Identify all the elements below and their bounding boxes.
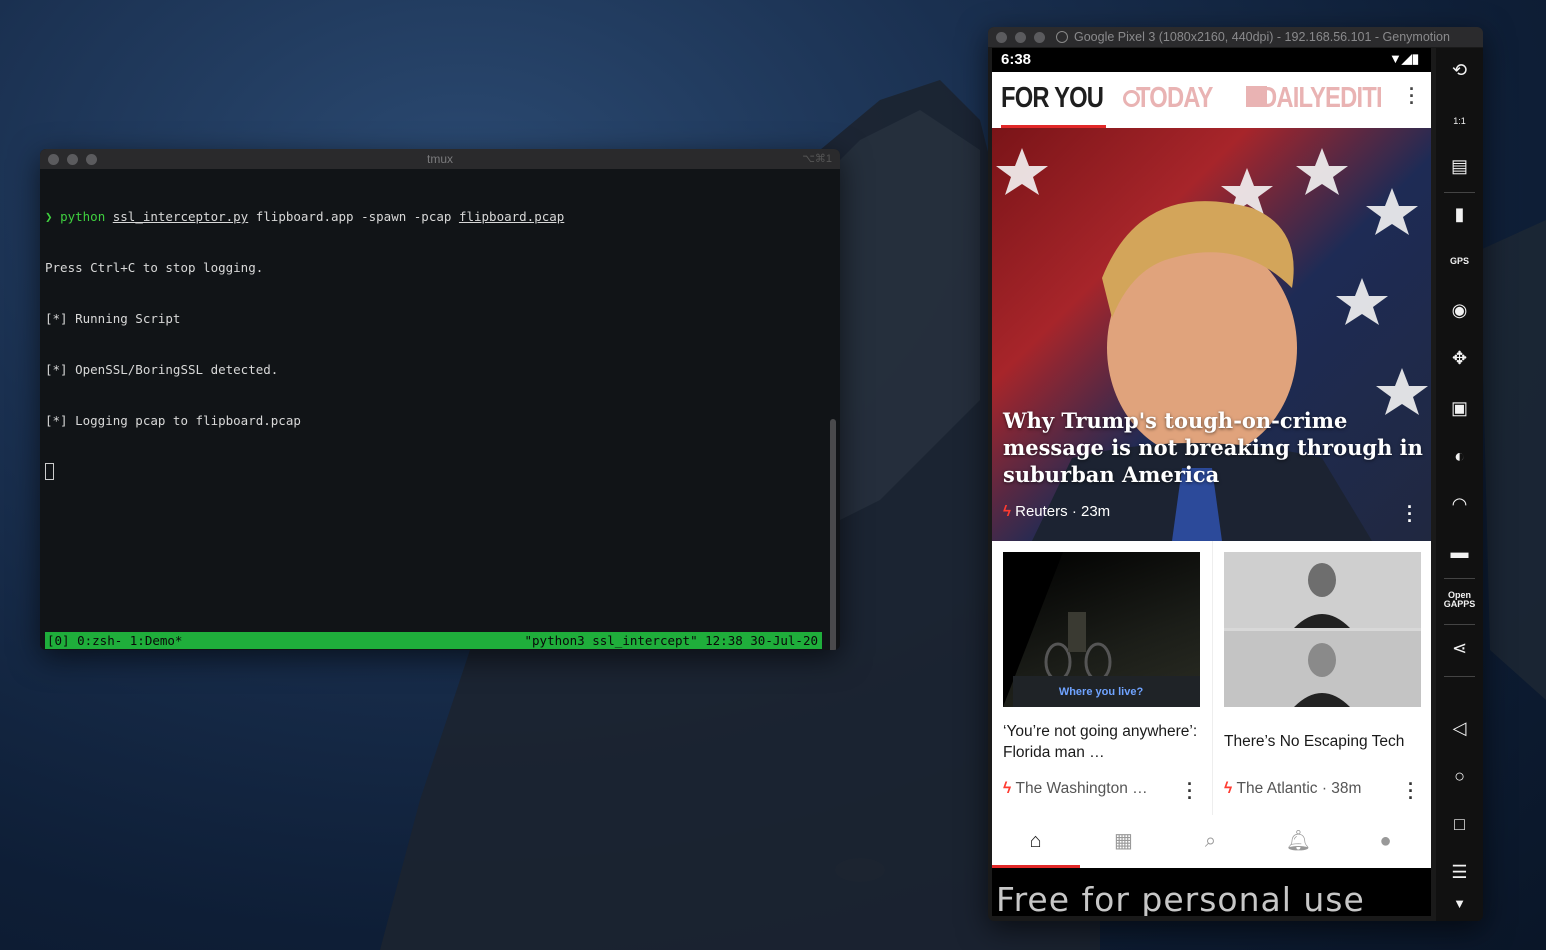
tab-daily-edition[interactable]: DAILYEDITI [1260,82,1383,115]
card-source: ϟ The Atlantic · 38m [1224,780,1361,798]
tab-for-you[interactable]: FOR YOU [1001,82,1104,115]
battery-icon[interactable]: ▮ [1436,204,1483,225]
wifi-icon: ▼ [1388,51,1402,66]
sms-icon[interactable]: ▬ [1436,542,1483,563]
rotate-icon[interactable]: ⟲ [1436,60,1483,81]
story-card[interactable]: Where you live? ‘You’re not going anywhe… [992,541,1211,815]
command-args: flipboard.app -spawn -pcap [248,209,459,224]
status-icons: ▼◢▮ [1389,51,1419,67]
card-thumbnail [1224,552,1421,707]
emulator-window[interactable]: Google Pixel 3 (1080x2160, 440dpi) - 192… [988,27,1483,921]
hero-source-text: Reuters · 23m [1015,503,1111,520]
card-title[interactable]: There’s No Escaping Tech [1224,731,1424,752]
terminal-output[interactable]: ❯ python ssl_interceptor.py flipboard.ap… [45,174,564,514]
capture-icon[interactable]: ▤ [1436,156,1483,177]
gps-icon[interactable]: GPS [1436,256,1483,266]
dpad-icon[interactable]: ✥ [1436,348,1483,369]
battery-status-icon: ▮ [1411,51,1419,66]
command-script: ssl_interceptor.py [112,209,249,224]
nav-grid-icon[interactable]: ▦ [1080,815,1167,868]
emulator-title: Google Pixel 3 (1080x2160, 440dpi) - 192… [1074,30,1450,44]
tmux-windows[interactable]: [0] 0:zsh- 1:Demo* [47,633,182,648]
card-source: ϟ The Washington … [1003,780,1148,798]
signal-icon: ◢ [1401,51,1412,66]
terminal-title: tmux [426,152,453,166]
share-icon[interactable]: ⋖ [1436,638,1483,659]
active-nav-indicator [992,865,1080,868]
card-more-icon[interactable]: · · · [1187,775,1193,807]
zoom-button[interactable] [1034,32,1045,43]
command-name: python [60,209,106,224]
toolbar-divider [1444,624,1475,625]
card-thumbnail: Where you live? [1003,552,1200,707]
thumb-caption: Where you live? [1059,686,1144,698]
toolbar-divider [1444,192,1475,193]
hero-source: ϟ Reuters · 23m [1003,503,1110,520]
tech-ceos-image [1224,552,1421,707]
card-title[interactable]: ‘You’re not going anywhere’: Florida man… [1003,721,1203,763]
overflow-menu-icon[interactable]: · · · [1409,80,1415,112]
terminal-titlebar[interactable]: tmux ⌥⌘1 [40,149,840,169]
terminal-cursor [45,463,54,480]
flip-bolt-icon: ϟ [1224,780,1233,797]
phone-screen[interactable]: 6:38 ▼◢▮ FOR YOU TODAY DAILYEDITI ··· [992,48,1431,916]
hero-more-icon[interactable]: · · · [1407,498,1413,530]
toolbar-divider [1444,578,1475,579]
output-line: [*] OpenSSL/BoringSSL detected. [45,362,279,377]
story-card[interactable]: There’s No Escaping Tech ϟ The Atlantic … [1212,541,1431,815]
shortcut-label: ⌥⌘1 [802,153,832,165]
card-source-text: The Atlantic · 38m [1236,780,1362,797]
command-line: ❯ python ssl_interceptor.py flipboard.ap… [45,208,564,225]
card-source-text: The Washington … [1015,780,1148,797]
toolbar-divider [1444,676,1475,677]
pixel-perfect-icon[interactable]: 1:1 [1436,110,1483,132]
nav-home-icon[interactable]: ⌂ [992,815,1079,868]
emulator-titlebar[interactable]: Google Pixel 3 (1080x2160, 440dpi) - 192… [988,27,1483,47]
flip-bolt-icon: ϟ [1003,780,1012,797]
device-id-icon[interactable]: ▣ [1436,398,1483,419]
nav-profile-icon[interactable]: ● [1342,815,1429,868]
flipboard-tab-bar: FOR YOU TODAY DAILYEDITI · · · [992,72,1431,128]
terminal-window[interactable]: tmux ⌥⌘1 ❯ python ssl_interceptor.py fli… [40,149,840,650]
nav-bell-icon[interactable]: 🔔︎ [1255,815,1342,868]
menu-icon[interactable]: ☰ [1436,862,1483,883]
bicycle-image: Where you live? [1003,552,1200,707]
nav-search-icon[interactable]: ⌕ [1167,815,1254,868]
watermark: Free for personal use [996,880,1365,916]
output-line: [*] Logging pcap to flipboard.pcap [45,413,301,428]
genymotion-toolbar: ⟲ 1:1 ▤ ▮ GPS ◉ ✥ ▣ ◐ ◠ ▬ Open GAPPS ⋖ ◁ … [1436,48,1483,921]
flip-bolt-icon: ϟ [1003,503,1011,520]
recents-icon[interactable]: □ [1436,814,1483,835]
output-line: [*] Running Script [45,311,181,326]
bottom-navigation: ⌂ ▦ ⌕ 🔔︎ ● [992,815,1431,868]
card-more-icon[interactable]: · · · [1408,775,1414,807]
android-status-bar: 6:38 ▼◢▮ [992,48,1431,72]
tab-today[interactable]: TODAY [1136,82,1213,115]
command-pcap-file: flipboard.pcap [458,209,565,224]
story-cards: Where you live? ‘You’re not going anywhe… [992,541,1431,815]
tmux-status-bar: [0] 0:zsh- 1:Demo* "python3 ssl_intercep… [45,632,822,649]
genymotion-logo-icon [1056,31,1068,43]
camera-icon[interactable]: ◉ [1436,300,1483,321]
hero-headline[interactable]: Why Trump's tough-on-crime message is no… [1003,407,1423,488]
opengapps-label: GAPPS [1443,599,1476,609]
media-icon[interactable]: ◐ [1436,446,1483,467]
output-line: Press Ctrl+C to stop logging. [45,260,264,275]
terminal-scrollbar[interactable] [830,419,836,650]
scroll-down-icon[interactable]: ▼ [1436,896,1483,911]
home-circle-icon[interactable]: ○ [1436,766,1483,787]
minimize-button[interactable] [1015,32,1026,43]
close-button[interactable] [996,32,1007,43]
opengapps-icon[interactable]: Open GAPPS [1436,591,1483,609]
hero-story[interactable]: Why Trump's tough-on-crime message is no… [992,128,1431,541]
cast-icon[interactable]: ◠ [1436,494,1483,515]
tmux-status-right: "python3 ssl_intercept" 12:38 30-Jul-20 [524,633,819,648]
status-time: 6:38 [1001,51,1032,68]
prompt-glyph: ❯ [45,209,53,224]
back-icon[interactable]: ◁ [1436,718,1483,739]
